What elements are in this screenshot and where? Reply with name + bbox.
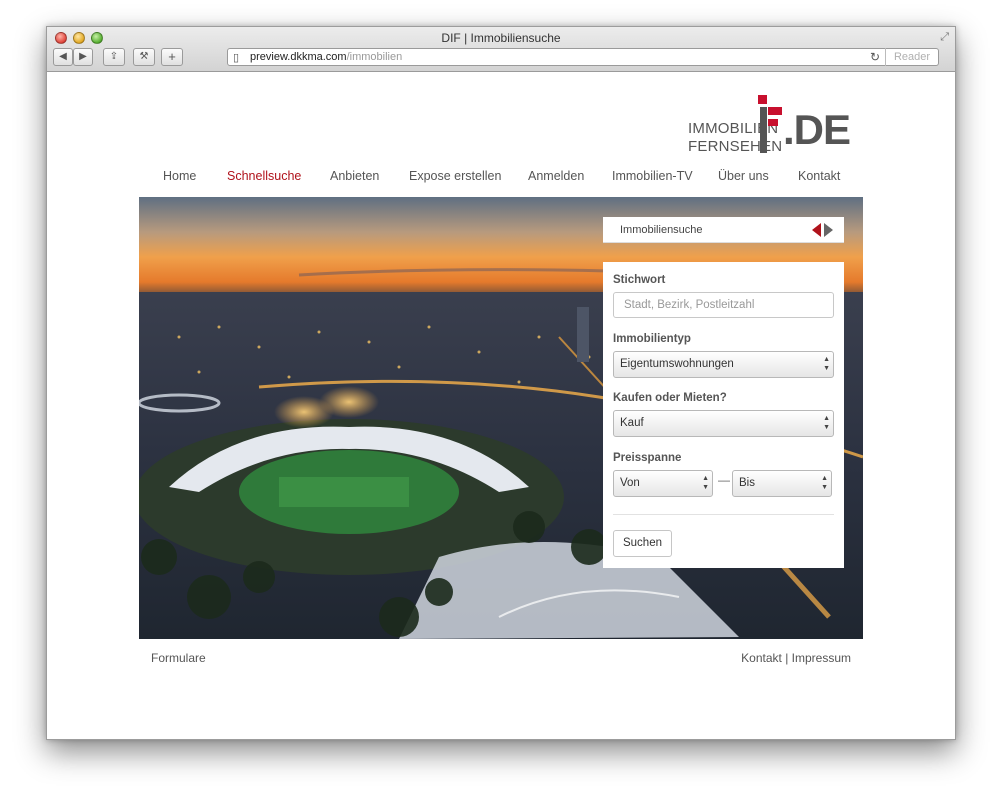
footer-separator: |	[785, 651, 789, 665]
address-domain: preview.dkkma.com	[250, 51, 347, 63]
price-to-value: Bis	[739, 477, 755, 489]
nav-anmelden[interactable]: Anmelden	[528, 169, 584, 183]
logo-suffix: .DE	[783, 106, 851, 153]
footer-links: Kontakt | Impressum	[741, 651, 851, 665]
buy-rent-value: Kauf	[620, 417, 644, 429]
footer-kontakt-link[interactable]: Kontakt	[741, 651, 782, 665]
search-tab-header: Immobiliensuche	[603, 217, 844, 243]
next-arrow-icon[interactable]	[824, 223, 833, 237]
select-arrows-icon: ▲ ▼	[702, 475, 709, 491]
search-form: Stichwort Stadt, Bezirk, Postleitzahl Im…	[603, 262, 844, 568]
property-type-select[interactable]: Eigentumswohnungen ▲ ▼	[613, 351, 834, 378]
address-url: preview.dkkma.com/immobilien	[250, 49, 402, 65]
reader-button[interactable]: Reader	[885, 48, 938, 66]
share-icon: ⇪	[109, 51, 119, 62]
address-path: /immobilien	[346, 51, 403, 63]
buy-rent-select[interactable]: Kauf ▲ ▼	[613, 410, 834, 437]
price-to-select[interactable]: Bis ▲ ▼	[732, 470, 832, 497]
keyword-input[interactable]: Stadt, Bezirk, Postleitzahl	[613, 292, 834, 318]
price-from-value: Von	[620, 477, 640, 489]
nav-home[interactable]: Home	[163, 169, 196, 183]
window-title: DIF | Immobiliensuche	[441, 31, 561, 45]
fullscreen-icon[interactable]: ⤢	[940, 31, 949, 44]
footer-formulare-link[interactable]: Formulare	[151, 651, 206, 665]
select-arrows-icon: ▲ ▼	[823, 356, 830, 372]
address-bar[interactable]: ▯ preview.dkkma.com/immobilien ↻ Reader	[227, 48, 939, 66]
property-type-label: Immobilientyp	[613, 333, 691, 345]
search-button[interactable]: Suchen	[613, 530, 672, 557]
nav-ueber-uns[interactable]: Über uns	[718, 169, 769, 183]
back-arrow-icon: ◀	[59, 51, 67, 62]
plus-icon: +	[168, 49, 176, 64]
price-range-label: Preisspanne	[613, 452, 682, 464]
reload-icon[interactable]: ↻	[870, 49, 880, 65]
forward-button[interactable]: ▶	[73, 48, 93, 66]
nav-schnellsuche[interactable]: Schnellsuche	[227, 169, 301, 183]
back-button[interactable]: ◀	[53, 48, 73, 66]
nav-immobilien-tv[interactable]: Immobilien-TV	[612, 169, 693, 183]
new-tab-button[interactable]: +	[161, 48, 183, 66]
share-button[interactable]: ⇪	[103, 48, 125, 66]
previous-arrow-icon[interactable]	[812, 223, 821, 237]
page-icon: ▯	[233, 52, 240, 64]
select-arrows-icon: ▲ ▼	[823, 415, 830, 431]
price-separator: —	[718, 473, 730, 487]
nav-expose-erstellen[interactable]: Expose erstellen	[409, 169, 501, 183]
form-divider	[613, 514, 834, 515]
nav-kontakt[interactable]: Kontakt	[798, 169, 840, 183]
price-from-select[interactable]: Von ▲ ▼	[613, 470, 713, 497]
wrench-icon: ⚒	[139, 51, 149, 62]
footer-impressum-link[interactable]: Impressum	[792, 651, 851, 665]
buy-rent-label: Kaufen oder Mieten?	[613, 392, 727, 404]
property-type-value: Eigentumswohnungen	[620, 358, 734, 370]
browser-window: DIF | Immobiliensuche ⤢ ◀ ▶ ⇪ ⚒ + ▯ prev…	[46, 26, 956, 740]
logo-mark-icon	[758, 95, 782, 153]
select-arrows-icon: ▲ ▼	[821, 475, 828, 491]
nav-anbieten[interactable]: Anbieten	[330, 169, 379, 183]
browser-titlebar: DIF | Immobiliensuche ⤢ ◀ ▶ ⇪ ⚒ + ▯ prev…	[47, 27, 955, 72]
search-tab-label: Immobiliensuche	[620, 224, 703, 236]
settings-button[interactable]: ⚒	[133, 48, 155, 66]
forward-arrow-icon: ▶	[79, 51, 87, 62]
keyword-label: Stichwort	[613, 274, 666, 286]
